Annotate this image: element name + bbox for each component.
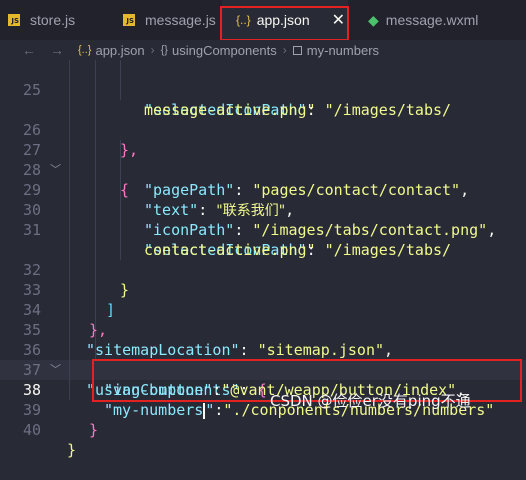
forward-arrow-icon[interactable]: → — [50, 42, 64, 58]
tab-store-js[interactable]: JS store.js — [0, 0, 110, 40]
tab-label: store.js — [30, 12, 76, 28]
chevron-right-icon: › — [150, 43, 155, 57]
wxml-file-icon: ◆ — [368, 11, 379, 28]
code-line: 36 ﹀ "usingComponents": { — [0, 320, 526, 399]
breadcrumb-segment[interactable]: usingComponents — [172, 43, 277, 58]
code-line: 33 ] — [0, 260, 526, 319]
code-line: 26 }, — [0, 100, 526, 159]
close-icon[interactable]: ✕ — [332, 10, 345, 30]
code-line: 35 "sitemapLocation": "sitemap.json", — [0, 300, 526, 359]
code-editor[interactable]: 25 "selectedIconPath": "/images/tabs/ me… — [0, 60, 526, 459]
code-line-current: 38 "my-numbers ":"./conponents/numbers/nu… — [0, 360, 526, 419]
brace: } — [67, 441, 77, 459]
line-number: 40 — [22, 421, 41, 439]
back-arrow-icon[interactable]: ← — [22, 42, 36, 58]
js-file-icon: JS — [8, 14, 20, 26]
tab-app-json[interactable]: {..} app.json ✕ — [222, 0, 348, 40]
code-line: 31 "selectedIconPath": "/images/tabs/ — [0, 200, 526, 259]
object-icon: {} — [160, 44, 168, 56]
js-file-icon: JS — [123, 14, 135, 26]
tab-label: message.js — [145, 12, 216, 28]
json-file-icon: {..} — [236, 13, 251, 27]
breadcrumb: ← → {..} app.json › {} usingComponents ›… — [0, 40, 526, 60]
brace: } — [89, 421, 99, 439]
tab-message-wxml[interactable]: ◆ message.wxml — [348, 0, 526, 40]
breadcrumb-file[interactable]: app.json — [95, 43, 144, 58]
code-line: 27 ﹀ { — [0, 120, 526, 199]
code-line: 29 "text": "联系我们", — [0, 160, 526, 219]
code-line: 37 "van-button":"@vant/weapp/button/inde… — [0, 340, 526, 399]
chevron-right-icon: › — [282, 43, 287, 57]
tab-message-js[interactable]: JS message.js — [110, 0, 222, 40]
code-line: 30 "iconPath": "/images/tabs/contact.png… — [0, 180, 526, 239]
breadcrumb-segment[interactable]: my-numbers — [307, 43, 379, 58]
tab-label: app.json — [256, 12, 310, 28]
tab-label: message.wxml — [385, 12, 479, 28]
code-line: 34 }, — [0, 280, 526, 339]
editor-tab-bar: JS store.js JS message.js {..} app.json … — [0, 0, 526, 41]
code-line-wrapped: contact-active.png" — [0, 220, 526, 259]
code-line: 25 "selectedIconPath": "/images/tabs/ — [0, 60, 526, 119]
json-file-icon: {..} — [78, 44, 92, 56]
string-property-icon — [292, 45, 302, 55]
code-line-wrapped: message-active.png" — [0, 80, 526, 119]
code-line: 28 "pagePath": "pages/contact/contact", — [0, 140, 526, 199]
code-line: 32 } — [0, 240, 526, 299]
watermark-text: CSDN @俭俭er没有ping不通 — [270, 392, 471, 410]
